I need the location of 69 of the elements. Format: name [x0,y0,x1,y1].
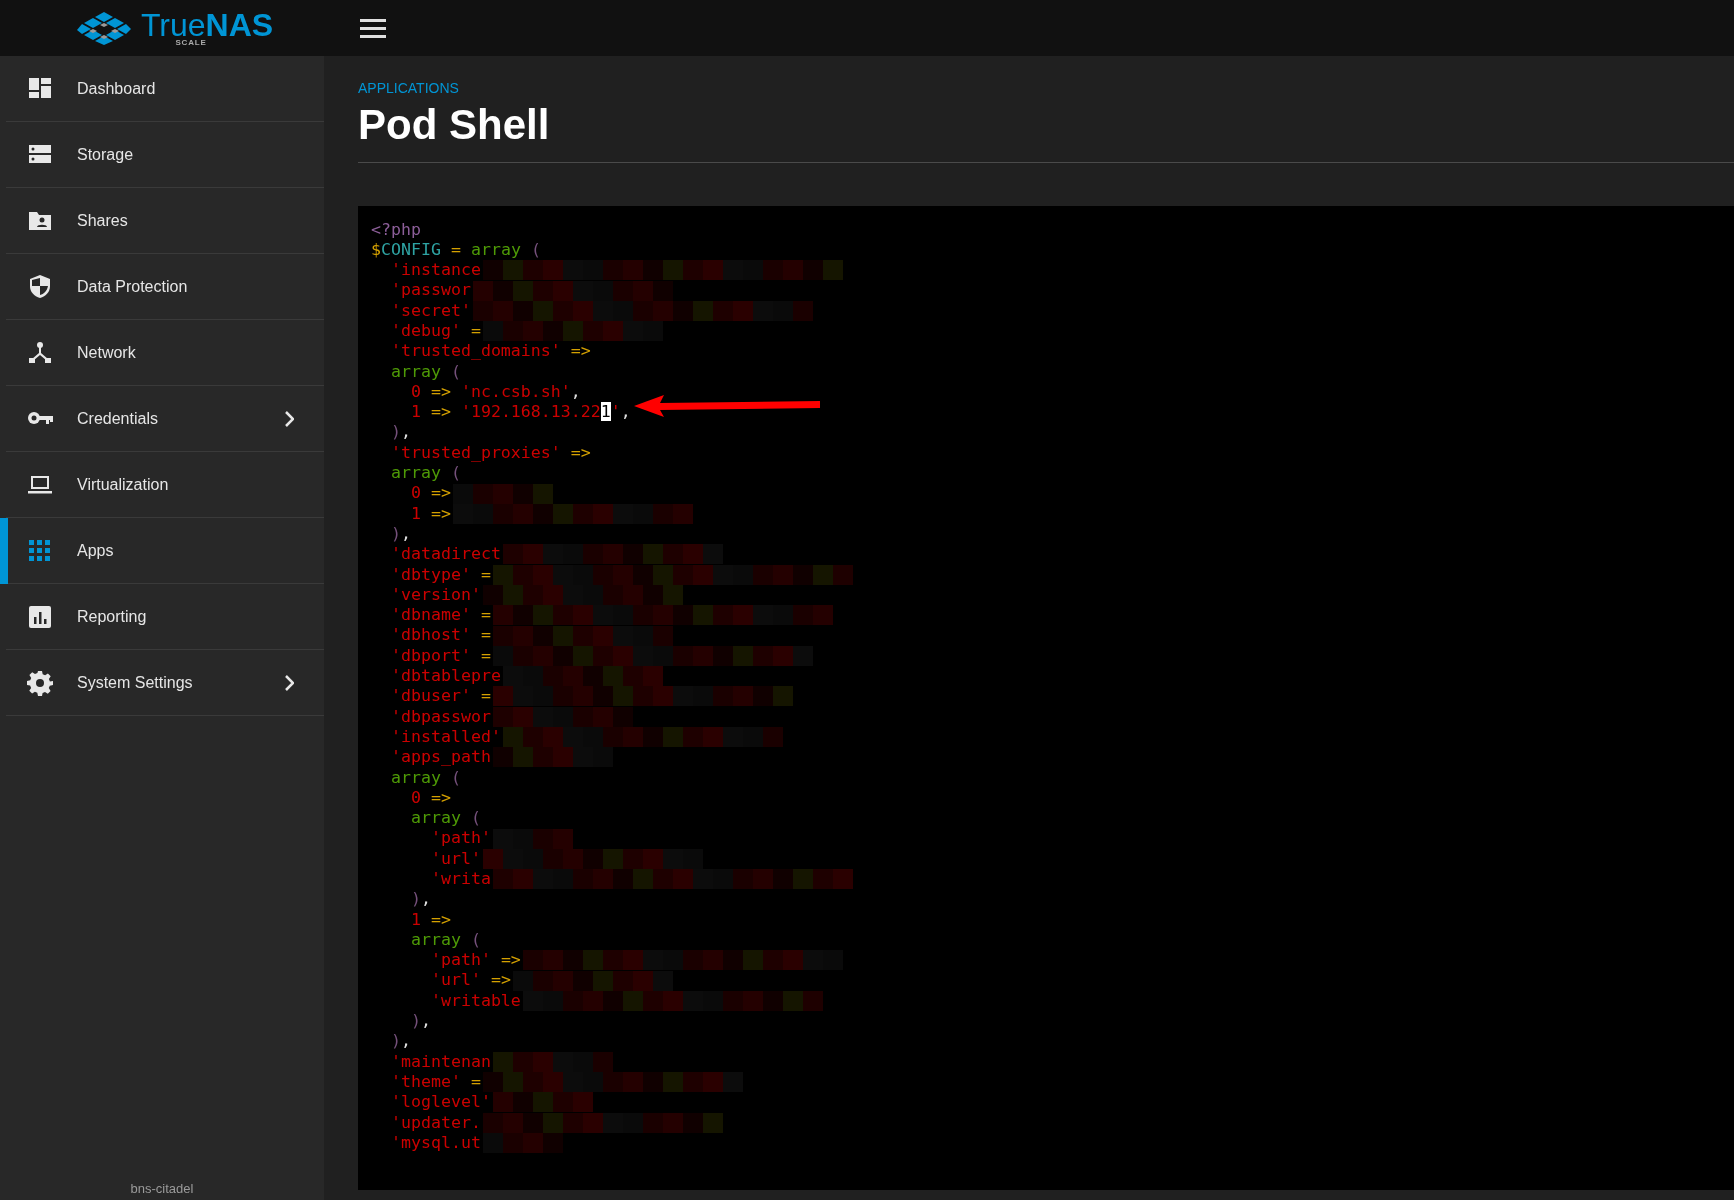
sidebar-item[interactable]: Storage [0,122,324,188]
bar-chart-icon [26,604,54,630]
code-line: 1 => '192.168.13.221', [409,402,631,423]
code-line: 'passwor [389,280,471,301]
sidebar-item[interactable]: Credentials [0,386,324,452]
code-line: 'datadirect [389,544,501,565]
code-line: array ( [389,463,461,484]
breadcrumb[interactable]: APPLICATIONS [358,78,459,99]
gear-icon [26,670,54,696]
code-line: 'secret' [389,300,471,321]
code-line: 'writable [429,990,521,1012]
code-line: 'mysql.ut [389,1132,481,1154]
code-line: array ( [409,808,481,829]
code-line: ), [409,1011,431,1032]
code-line: array ( [389,361,461,382]
code-line: 'url' [429,848,481,869]
code-line: 1 => [409,909,451,930]
sidebar-item[interactable]: System Settings [0,650,324,716]
page-title: Pod Shell [358,100,550,150]
menu-button[interactable] [360,16,388,40]
code-line: ), [409,889,431,910]
code-line: 'dbtablepre [389,666,501,687]
code-line: 'dbport' = [389,645,491,667]
code-line: 'dbpasswor [389,706,491,727]
sidebar-item[interactable]: Dashboard [0,56,324,122]
code-line: 'dbname' = [389,605,491,626]
chevron-right-icon [284,675,294,691]
code-line: 'apps_path [389,747,491,768]
logo-icon [74,10,133,46]
code-line: 'path' [429,828,491,849]
code-line: ), [389,523,411,545]
code-line: 'dbuser' = [389,686,491,707]
logo-text: TrueNAS [140,9,274,41]
code-line: 'trusted_domains' => [389,341,591,362]
code-line: 0 => [409,483,451,504]
sidebar-item[interactable]: Virtualization [0,452,324,518]
sidebar-item[interactable]: Reporting [0,584,324,650]
sidebar-item[interactable]: Shares [0,188,324,254]
code-line: 'path' => [429,950,521,971]
sidebar-item[interactable]: Network [0,320,324,386]
code-line: ), [389,422,411,443]
code-line: $CONFIG = array ( [371,239,541,261]
sidebar-item[interactable]: Apps [0,518,324,584]
logo-subtitle: SCALE [175,39,207,47]
code-line: 'trusted_proxies' => [389,442,591,464]
code-line: 'loglevel' [389,1092,491,1113]
code-line: array ( [389,767,461,788]
sidebar-item[interactable]: Data Protection [0,254,324,320]
code-line: array ( [409,929,481,951]
active-indicator [0,518,8,584]
network-icon [26,340,54,366]
code-line: 'updater. [389,1112,481,1133]
code-line: ), [389,1031,411,1052]
code-line: 'url' => [429,970,511,991]
code-line: 0 => 'nc.csb.sh', [409,381,581,403]
hostname-label: bns-citadel [129,1179,195,1198]
code-line: 'maintenan [389,1051,491,1072]
code-line: 0 => [409,787,451,809]
code-line: 'version' [389,584,481,606]
code-line: 1 => [409,503,451,524]
code-line: 'dbtype' = [389,564,491,585]
chevron-right-icon [284,411,294,427]
code-line: 'debug' = [389,321,481,342]
code-line: 'dbhost' = [389,625,491,646]
code-line: 'installed' [389,726,501,748]
code-line: 'theme' = [389,1071,481,1093]
code-line: <?php [371,219,421,240]
code-line: 'instance [389,260,481,281]
code-line: 'writa [429,869,491,890]
